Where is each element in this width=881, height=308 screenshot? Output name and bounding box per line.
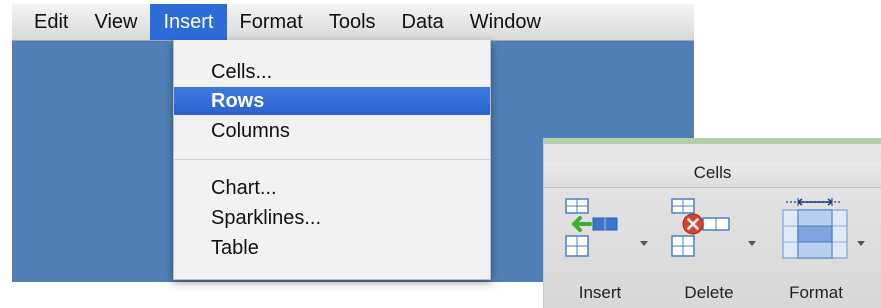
menu-tools[interactable]: Tools: [316, 4, 389, 40]
menu-format[interactable]: Format: [227, 4, 316, 40]
cells-group-title: Cells: [544, 161, 881, 188]
menu-edit[interactable]: Edit: [12, 4, 81, 40]
insert-cells-label: Insert: [578, 283, 622, 302]
format-cells-label: Format: [789, 283, 843, 302]
delete-cells-label: Delete: [684, 283, 734, 302]
cells-ribbon-group: Cells Insert Delete Format: [543, 138, 881, 308]
menu-insert[interactable]: Insert: [150, 4, 227, 40]
menu-item-chart[interactable]: Chart...: [174, 174, 490, 202]
delete-cells-icon: [671, 198, 730, 257]
insert-menu-dropdown: Cells... Rows Columns Chart... Sparkline…: [173, 40, 491, 280]
menu-item-columns[interactable]: Columns: [174, 117, 490, 145]
format-cells-icon: [782, 198, 848, 259]
menu-item-rows[interactable]: Rows: [174, 87, 490, 115]
menu-separator: [174, 159, 490, 160]
menu-view[interactable]: View: [81, 4, 150, 40]
menu-item-cells[interactable]: Cells...: [174, 58, 490, 86]
menu-item-table[interactable]: Table: [174, 234, 490, 262]
menu-data[interactable]: Data: [389, 4, 457, 40]
chevron-down-icon[interactable]: [857, 241, 865, 246]
menu-item-sparklines[interactable]: Sparklines...: [174, 204, 490, 232]
insert-cells-icon: [565, 198, 618, 257]
menu-bar: Edit View Insert Format Tools Data Windo…: [12, 4, 694, 41]
chevron-down-icon[interactable]: [640, 241, 648, 246]
menu-window[interactable]: Window: [457, 4, 554, 40]
chevron-down-icon[interactable]: [748, 241, 756, 246]
